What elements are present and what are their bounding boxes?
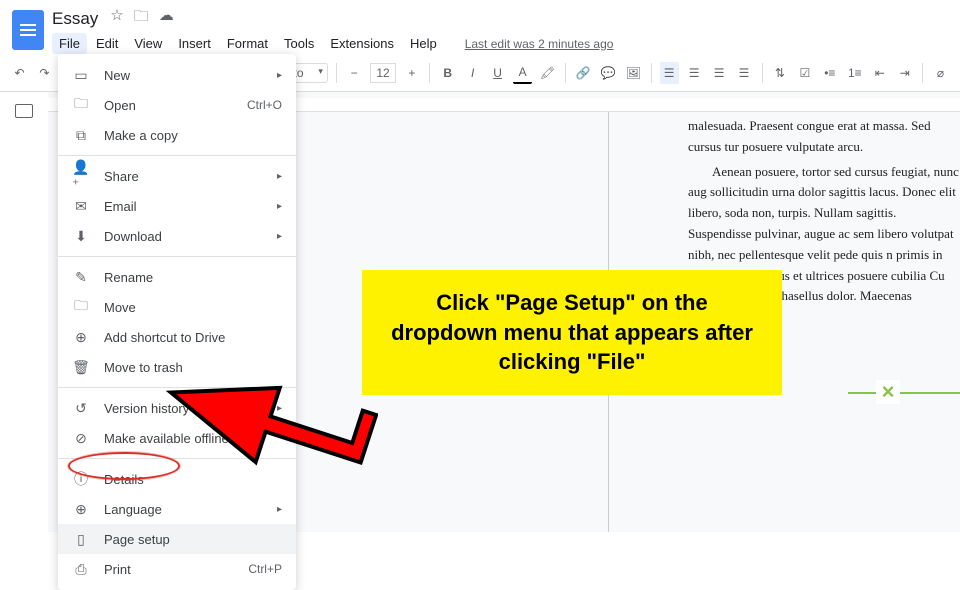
menu-extensions[interactable]: Extensions bbox=[323, 33, 401, 54]
menu-item-download[interactable]: ⬇ Download ▸ bbox=[58, 221, 296, 251]
image-icon[interactable]: 🖼 bbox=[624, 62, 643, 84]
size-minus-icon[interactable]: − bbox=[345, 62, 364, 84]
menubar: File Edit View Insert Format Tools Exten… bbox=[52, 33, 948, 54]
highlight-color-icon[interactable]: 🖍 bbox=[538, 62, 557, 84]
last-edit-link[interactable]: Last edit was 2 minutes ago bbox=[458, 34, 621, 54]
offline-icon: ⊘ bbox=[72, 429, 90, 447]
menu-insert[interactable]: Insert bbox=[171, 33, 218, 54]
folder-icon: 🗀 bbox=[72, 96, 90, 114]
chevron-right-icon: ▸ bbox=[277, 201, 282, 212]
chevron-right-icon: ▸ bbox=[277, 504, 282, 515]
docs-logo[interactable] bbox=[12, 10, 44, 50]
print-icon: ⎙ bbox=[72, 560, 90, 578]
align-center-icon[interactable]: ☰ bbox=[685, 62, 704, 84]
body-paragraph: malesuada. Praesent congue erat at massa… bbox=[688, 116, 960, 158]
outdent-icon[interactable]: ⇤ bbox=[870, 62, 889, 84]
align-right-icon[interactable]: ☰ bbox=[710, 62, 729, 84]
download-icon: ⬇ bbox=[72, 227, 90, 245]
menu-item-add-shortcut[interactable]: ⊕ Add shortcut to Drive bbox=[58, 322, 296, 352]
menu-file[interactable]: File bbox=[52, 33, 87, 54]
menu-item-rename[interactable]: ✎ Rename bbox=[58, 262, 296, 292]
chevron-right-icon: ▸ bbox=[277, 70, 282, 81]
share-icon: 👤⁺ bbox=[72, 167, 90, 185]
info-icon: ⓘ bbox=[72, 470, 90, 488]
menu-view[interactable]: View bbox=[127, 33, 169, 54]
menu-item-new[interactable]: ▭ New ▸ bbox=[58, 60, 296, 90]
bold-icon[interactable]: B bbox=[438, 62, 457, 84]
menu-item-open[interactable]: 🗀 Open Ctrl+O bbox=[58, 90, 296, 120]
doc-title[interactable]: Essay bbox=[52, 9, 98, 29]
link-icon[interactable]: 🔗 bbox=[574, 62, 593, 84]
menu-item-page-setup[interactable]: ▯ Page setup bbox=[58, 524, 296, 554]
menu-item-email[interactable]: ✉ Email ▸ bbox=[58, 191, 296, 221]
trash-icon: 🗑 bbox=[72, 358, 90, 376]
menu-format[interactable]: Format bbox=[220, 33, 275, 54]
bulleted-list-icon[interactable]: •≡ bbox=[820, 62, 839, 84]
menu-item-print[interactable]: ⎙ Print Ctrl+P bbox=[58, 554, 296, 584]
menu-item-language[interactable]: ⊕ Language ▸ bbox=[58, 494, 296, 524]
close-icon[interactable]: × bbox=[876, 380, 900, 404]
comment-icon[interactable]: 💬 bbox=[599, 62, 618, 84]
move-folder-icon: 🗀 bbox=[72, 298, 90, 316]
cloud-icon[interactable]: ☁ bbox=[159, 6, 174, 31]
move-icon[interactable]: 🗀 bbox=[134, 6, 149, 31]
rename-icon: ✎ bbox=[72, 268, 90, 286]
menu-edit[interactable]: Edit bbox=[89, 33, 125, 54]
document-icon: ▭ bbox=[72, 66, 90, 84]
page-icon: ▯ bbox=[72, 530, 90, 548]
text-color-icon[interactable]: A bbox=[513, 62, 532, 84]
email-icon: ✉ bbox=[72, 197, 90, 215]
chevron-right-icon: ▸ bbox=[277, 231, 282, 242]
underline-icon[interactable]: U bbox=[488, 62, 507, 84]
size-plus-icon[interactable]: + bbox=[402, 62, 421, 84]
history-icon: ↺ bbox=[72, 399, 90, 417]
section-break: × bbox=[848, 392, 960, 394]
align-justify-icon[interactable]: ☰ bbox=[735, 62, 754, 84]
align-left-icon[interactable]: ☰ bbox=[660, 62, 679, 84]
copy-icon: ⧉ bbox=[72, 126, 90, 144]
numbered-list-icon[interactable]: 1≡ bbox=[845, 62, 864, 84]
line-spacing-icon[interactable]: ⇅ bbox=[770, 62, 789, 84]
menu-item-move[interactable]: 🗀 Move bbox=[58, 292, 296, 322]
shortcut-icon: ⊕ bbox=[72, 328, 90, 346]
font-size-input[interactable]: 12 bbox=[370, 63, 397, 83]
chevron-right-icon: ▸ bbox=[277, 171, 282, 182]
redo-icon[interactable]: ↷ bbox=[35, 62, 54, 84]
globe-icon: ⊕ bbox=[72, 500, 90, 518]
menu-help[interactable]: Help bbox=[403, 33, 444, 54]
annotation-callout: Click "Page Setup" on the dropdown menu … bbox=[362, 270, 782, 395]
menu-item-make-copy[interactable]: ⧉ Make a copy bbox=[58, 120, 296, 150]
star-icon[interactable]: ☆ bbox=[110, 6, 123, 31]
undo-icon[interactable]: ↶ bbox=[10, 62, 29, 84]
clear-format-icon[interactable]: ⌀ bbox=[931, 62, 950, 84]
menu-item-share[interactable]: 👤⁺ Share ▸ bbox=[58, 161, 296, 191]
italic-icon[interactable]: I bbox=[463, 62, 482, 84]
checklist-icon[interactable]: ☑ bbox=[795, 62, 814, 84]
file-dropdown-menu: ▭ New ▸ 🗀 Open Ctrl+O ⧉ Make a copy 👤⁺ S… bbox=[58, 54, 296, 590]
menu-tools[interactable]: Tools bbox=[277, 33, 321, 54]
annotation-arrow bbox=[158, 374, 378, 494]
outline-icon[interactable] bbox=[15, 104, 33, 118]
indent-icon[interactable]: ⇥ bbox=[895, 62, 914, 84]
